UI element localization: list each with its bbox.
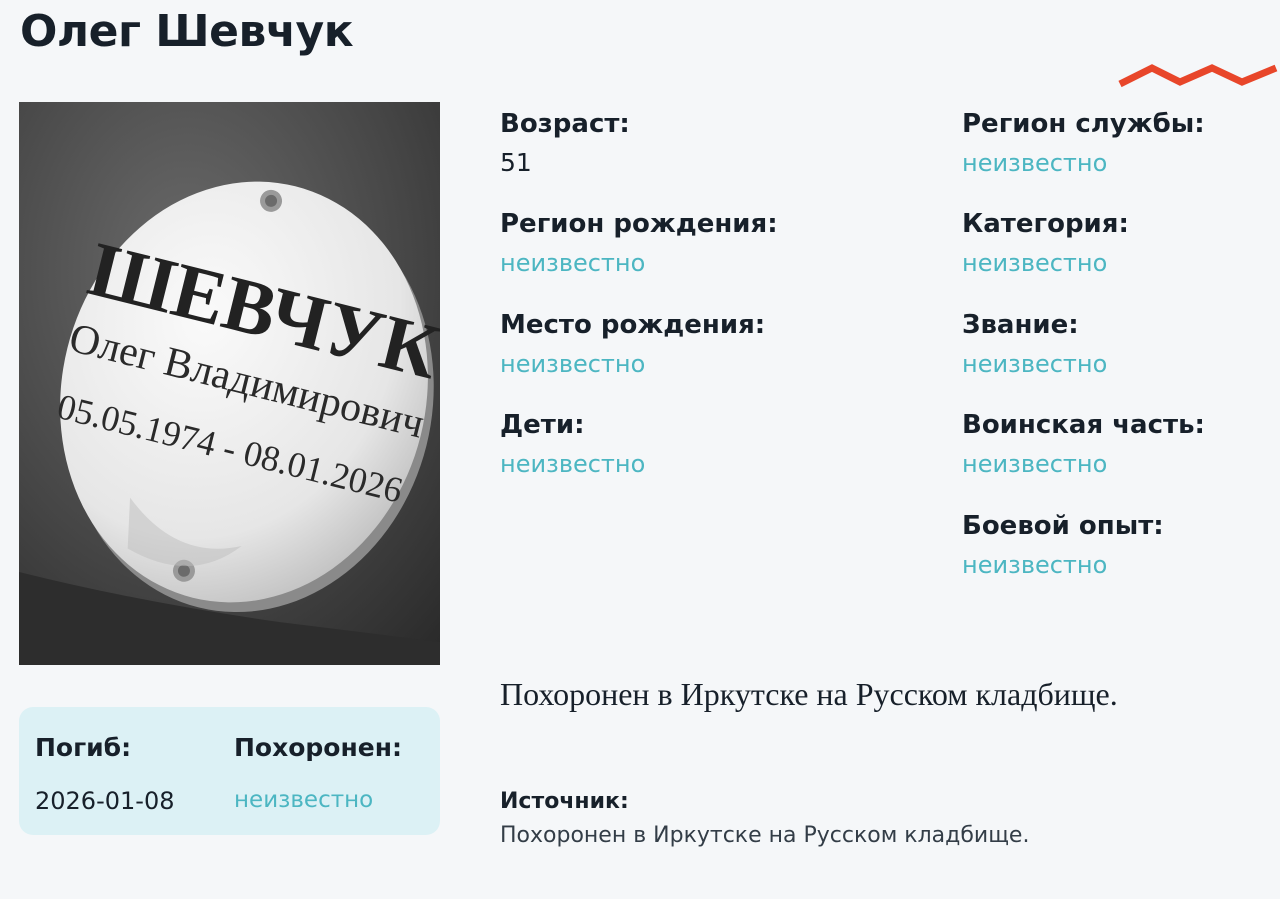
field-label: Возраст: [500, 109, 630, 139]
field-value: неизвестно [500, 249, 646, 277]
field-children: Дети: неизвестно [500, 409, 645, 481]
field-service-region: Регион службы: неизвестно [962, 108, 1205, 180]
burial-description: Похоронен в Иркутске на Русском кладбище… [500, 676, 1118, 712]
field-label: Дети: [500, 410, 585, 440]
field-category: Категория: неизвестно [962, 208, 1129, 280]
memorial-photo: ШЕВЧУК Олег Владимирович 05.05.1974 - 08… [19, 102, 440, 665]
field-combat-experience: Боевой опыт: неизвестно [962, 510, 1164, 582]
buried-value: неизвестно [234, 787, 374, 813]
field-label: Звание: [962, 310, 1079, 340]
field-label: Место рождения: [500, 310, 766, 340]
field-label: Боевой опыт: [962, 511, 1164, 541]
field-value: неизвестно [962, 551, 1108, 579]
field-age: Возраст: 51 [500, 108, 630, 180]
field-military-unit: Воинская часть: неизвестно [962, 409, 1205, 481]
died-label: Погиб: [35, 733, 132, 762]
page-title: Олег Шевчук [20, 6, 354, 57]
field-value: 51 [500, 148, 532, 177]
death-info-card: Погиб: 2026-01-08 Похоронен: неизвестно [19, 707, 440, 835]
field-birth-place: Место рождения: неизвестно [500, 309, 765, 381]
field-label: Регион службы: [962, 109, 1205, 139]
field-label: Категория: [962, 209, 1129, 239]
field-label: Воинская часть: [962, 410, 1205, 440]
field-birth-region: Регион рождения: неизвестно [500, 208, 778, 280]
field-value: неизвестно [500, 450, 646, 478]
field-rank: Звание: неизвестно [962, 309, 1107, 381]
source-text: Похоронен в Иркутске на Русском кладбище… [500, 823, 1030, 848]
source-label: Источник: [500, 789, 629, 814]
field-value: неизвестно [962, 350, 1108, 378]
field-value: неизвестно [962, 249, 1108, 277]
buried-label: Похоронен: [234, 733, 402, 762]
field-value: неизвестно [500, 350, 646, 378]
field-label: Регион рождения: [500, 209, 778, 239]
died-date: 2026-01-08 [35, 787, 175, 815]
source-block: Источник: Похоронен в Иркутске на Русско… [500, 787, 1029, 848]
decorative-zigzag [1118, 64, 1278, 88]
field-value: неизвестно [962, 149, 1108, 177]
field-value: неизвестно [962, 450, 1108, 478]
